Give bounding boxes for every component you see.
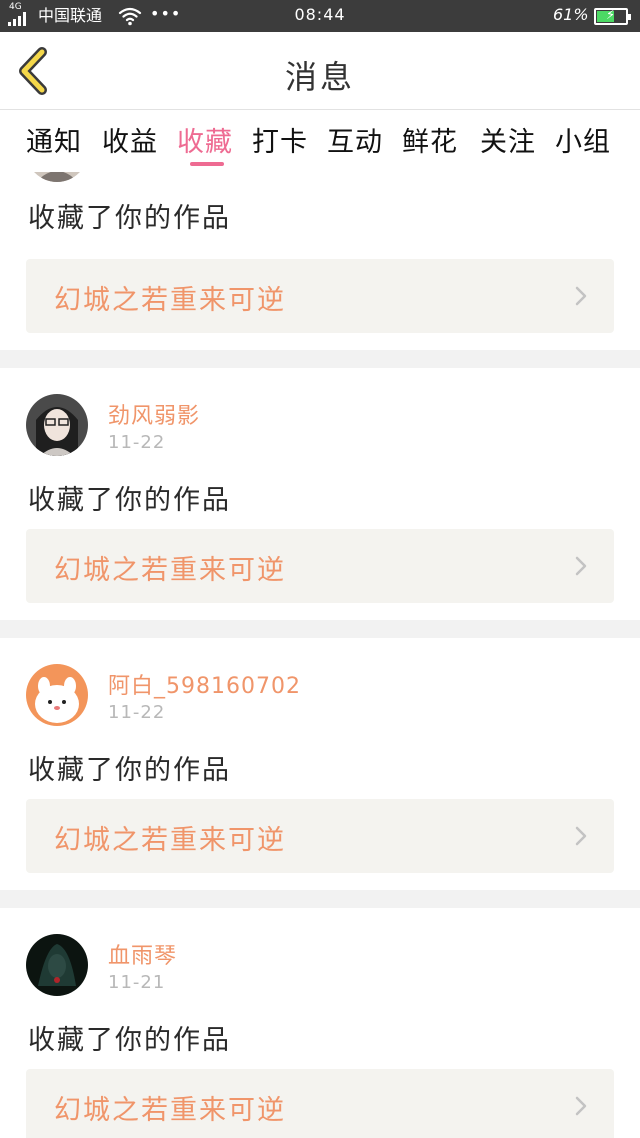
active-tab-indicator	[190, 162, 224, 166]
avatar-image	[26, 172, 88, 182]
chevron-right-icon	[575, 826, 587, 846]
user-avatar[interactable]	[26, 664, 88, 726]
tab-notifications[interactable]: 通知	[26, 120, 82, 159]
avatar-image	[26, 664, 88, 726]
tab-checkin[interactable]: 打卡	[252, 120, 308, 159]
username[interactable]: 血雨琴	[108, 938, 177, 970]
tab-earnings[interactable]: 收益	[102, 120, 158, 159]
chevron-right-icon	[575, 556, 587, 576]
avatar-image	[26, 394, 88, 456]
message-list[interactable]: 11-22 收藏了你的作品 幻城之若重来可逆 劲风弱影 11-22 收藏了你的作…	[0, 172, 640, 1138]
message-action: 收藏了你的作品	[28, 1025, 231, 1056]
work-title: 幻城之若重来可逆	[54, 1095, 286, 1126]
header: 消息	[0, 32, 640, 110]
card-divider	[0, 620, 640, 638]
battery-percent: 61%	[553, 5, 589, 24]
tab-flowers[interactable]: 鲜花	[402, 120, 458, 159]
work-link[interactable]: 幻城之若重来可逆	[26, 259, 614, 333]
work-link[interactable]: 幻城之若重来可逆	[26, 799, 614, 873]
message-date: 11-22	[108, 702, 166, 723]
work-title: 幻城之若重来可逆	[54, 555, 286, 586]
chevron-right-icon	[575, 286, 587, 306]
message-card: 血雨琴 11-21 收藏了你的作品 幻城之若重来可逆	[0, 908, 640, 1138]
message-action: 收藏了你的作品	[28, 755, 231, 786]
work-link[interactable]: 幻城之若重来可逆	[26, 529, 614, 603]
message-card: 11-22 收藏了你的作品 幻城之若重来可逆	[0, 172, 640, 350]
page-title: 消息	[284, 58, 355, 96]
work-title: 幻城之若重来可逆	[54, 825, 286, 856]
charging-icon: ⚡	[606, 8, 616, 23]
message-card: 劲风弱影 11-22 收藏了你的作品 幻城之若重来可逆	[0, 368, 640, 620]
message-action: 收藏了你的作品	[28, 203, 231, 234]
avatar-image	[26, 934, 88, 996]
message-card: 阿白_598160702 11-22 收藏了你的作品 幻城之若重来可逆	[0, 638, 640, 890]
card-divider	[0, 890, 640, 908]
username[interactable]: 劲风弱影	[108, 398, 200, 430]
message-action: 收藏了你的作品	[28, 485, 231, 516]
user-avatar[interactable]	[26, 934, 88, 996]
tab-groups[interactable]: 小组	[555, 120, 611, 159]
message-date: 11-22	[108, 432, 166, 453]
tab-follows[interactable]: 关注	[480, 120, 536, 159]
chevron-right-icon	[575, 1096, 587, 1116]
message-date: 11-21	[108, 972, 166, 993]
work-title: 幻城之若重来可逆	[54, 285, 286, 316]
username[interactable]: 阿白_598160702	[108, 668, 301, 700]
card-divider	[0, 350, 640, 368]
tab-interaction[interactable]: 互动	[327, 120, 383, 159]
status-bar: 4G 中国联通 ••• 08:44 61% ⚡	[0, 0, 640, 32]
work-link[interactable]: 幻城之若重来可逆	[26, 1069, 614, 1138]
battery-icon: ⚡	[594, 8, 631, 25]
category-tabs: 通知 收益 收藏 打卡 互动 鲜花 关注 小组	[0, 110, 640, 172]
tab-favorites[interactable]: 收藏	[177, 120, 233, 159]
user-avatar[interactable]	[26, 172, 88, 182]
message-date: 11-22	[108, 172, 165, 175]
clock: 08:44	[294, 5, 346, 24]
user-avatar[interactable]	[26, 394, 88, 456]
